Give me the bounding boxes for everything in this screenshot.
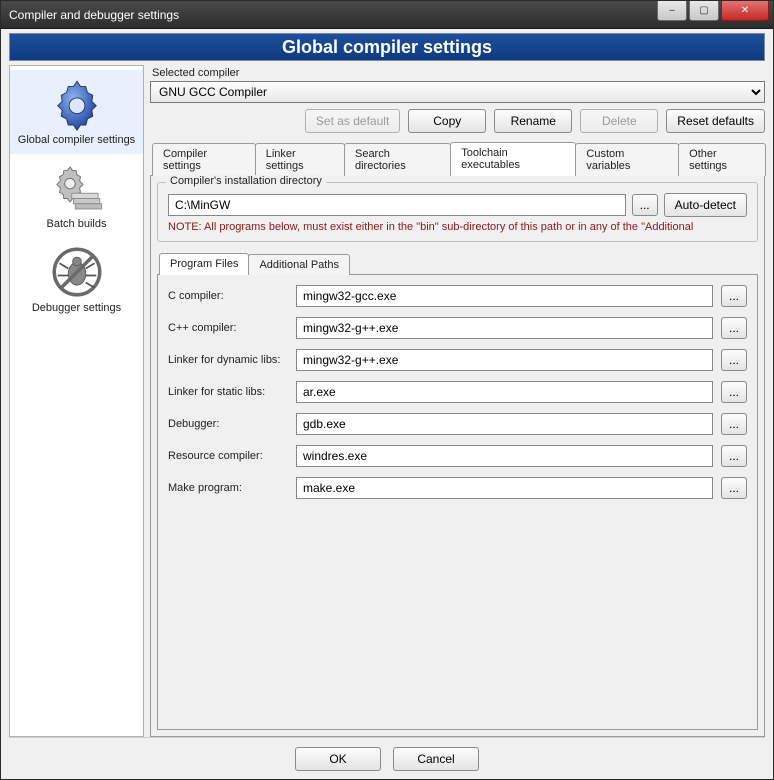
program-row: C compiler:...	[168, 285, 747, 307]
tab-compiler-settings[interactable]: Compiler settings	[152, 143, 256, 176]
dialog-footer: OK Cancel	[9, 737, 765, 779]
program-browse-button[interactable]: ...	[721, 445, 747, 467]
program-browse-button[interactable]: ...	[721, 477, 747, 499]
program-row: C++ compiler:...	[168, 317, 747, 339]
program-input[interactable]	[296, 285, 713, 307]
tab-other-settings[interactable]: Other settings	[678, 143, 766, 176]
install-dir-browse-button[interactable]: ...	[632, 194, 658, 216]
program-browse-button[interactable]: ...	[721, 285, 747, 307]
sub-tabstrip: Program Files Additional Paths	[157, 252, 758, 275]
category-sidebar: Global compiler settings	[9, 65, 144, 737]
sidebar-item-debugger[interactable]: Debugger settings	[10, 238, 143, 322]
program-label: Make program:	[168, 482, 288, 494]
program-label: Debugger:	[168, 418, 288, 430]
subtab-wrap: Program Files Additional Paths C compile…	[157, 252, 758, 730]
sidebar-item-global-compiler[interactable]: Global compiler settings	[10, 70, 143, 154]
install-dir-input[interactable]	[168, 194, 626, 216]
gear-icon	[49, 76, 105, 132]
copy-button[interactable]: Copy	[408, 109, 486, 133]
window-title: Compiler and debugger settings	[9, 8, 657, 22]
tab-search-directories[interactable]: Search directories	[344, 143, 451, 176]
subtab-additional-paths[interactable]: Additional Paths	[248, 254, 350, 275]
cancel-button[interactable]: Cancel	[393, 747, 479, 771]
sidebar-item-label: Global compiler settings	[18, 134, 135, 146]
bug-no-icon	[49, 244, 105, 300]
program-input[interactable]	[296, 445, 713, 467]
tab-custom-variables[interactable]: Custom variables	[575, 143, 679, 176]
install-dir-note: NOTE: All programs below, must exist eit…	[168, 221, 747, 233]
program-row: Debugger:...	[168, 413, 747, 435]
ok-button[interactable]: OK	[295, 747, 381, 771]
program-browse-button[interactable]: ...	[721, 317, 747, 339]
program-row: Resource compiler:...	[168, 445, 747, 467]
rename-button[interactable]: Rename	[494, 109, 572, 133]
program-row: Make program:...	[168, 477, 747, 499]
maximize-button[interactable]: ▢	[689, 1, 719, 21]
compiler-button-row: Set as default Copy Rename Delete Reset …	[150, 103, 765, 141]
delete-button[interactable]: Delete	[580, 109, 658, 133]
program-label: Resource compiler:	[168, 450, 288, 462]
program-input[interactable]	[296, 317, 713, 339]
main-tabstrip: Compiler settings Linker settings Search…	[150, 141, 765, 176]
compiler-select[interactable]: GNU GCC Compiler	[150, 81, 765, 103]
install-dir-row: ... Auto-detect	[168, 193, 747, 217]
subtab-program-files[interactable]: Program Files	[159, 253, 249, 275]
program-row: Linker for static libs:...	[168, 381, 747, 403]
banner-title: Global compiler settings	[9, 33, 765, 61]
main-row: Global compiler settings	[9, 61, 765, 737]
subtab-body: C compiler:...C++ compiler:...Linker for…	[157, 275, 758, 730]
reset-defaults-button[interactable]: Reset defaults	[666, 109, 765, 133]
minimize-button[interactable]: –	[657, 1, 687, 21]
set-default-button[interactable]: Set as default	[305, 109, 400, 133]
titlebar: Compiler and debugger settings – ▢ ✕	[1, 1, 773, 29]
sidebar-item-label: Debugger settings	[32, 302, 121, 314]
sidebar-item-batch-builds[interactable]: Batch builds	[10, 154, 143, 238]
tab-body: Compiler's installation directory ... Au…	[150, 176, 765, 737]
tab-linker-settings[interactable]: Linker settings	[255, 143, 345, 176]
right-pane: Selected compiler GNU GCC Compiler Set a…	[150, 65, 765, 737]
program-input[interactable]	[296, 381, 713, 403]
program-input[interactable]	[296, 477, 713, 499]
selected-compiler-label: Selected compiler	[152, 67, 765, 79]
dialog-window: Compiler and debugger settings – ▢ ✕ Glo…	[0, 0, 774, 780]
program-input[interactable]	[296, 413, 713, 435]
program-input[interactable]	[296, 349, 713, 371]
close-button[interactable]: ✕	[721, 1, 769, 21]
program-row: Linker for dynamic libs:...	[168, 349, 747, 371]
program-label: Linker for static libs:	[168, 386, 288, 398]
client-area: Global compiler settings	[1, 29, 773, 779]
program-browse-button[interactable]: ...	[721, 349, 747, 371]
program-label: C++ compiler:	[168, 322, 288, 334]
tab-toolchain-executables[interactable]: Toolchain executables	[450, 142, 576, 176]
program-label: C compiler:	[168, 290, 288, 302]
program-label: Linker for dynamic libs:	[168, 354, 288, 366]
auto-detect-button[interactable]: Auto-detect	[664, 193, 747, 217]
install-dir-group: Compiler's installation directory ... Au…	[157, 182, 758, 242]
program-browse-button[interactable]: ...	[721, 381, 747, 403]
sidebar-item-label: Batch builds	[47, 218, 107, 230]
install-dir-legend: Compiler's installation directory	[166, 175, 326, 187]
program-browse-button[interactable]: ...	[721, 413, 747, 435]
window-buttons: – ▢ ✕	[657, 1, 769, 21]
gear-stack-icon	[49, 160, 105, 216]
